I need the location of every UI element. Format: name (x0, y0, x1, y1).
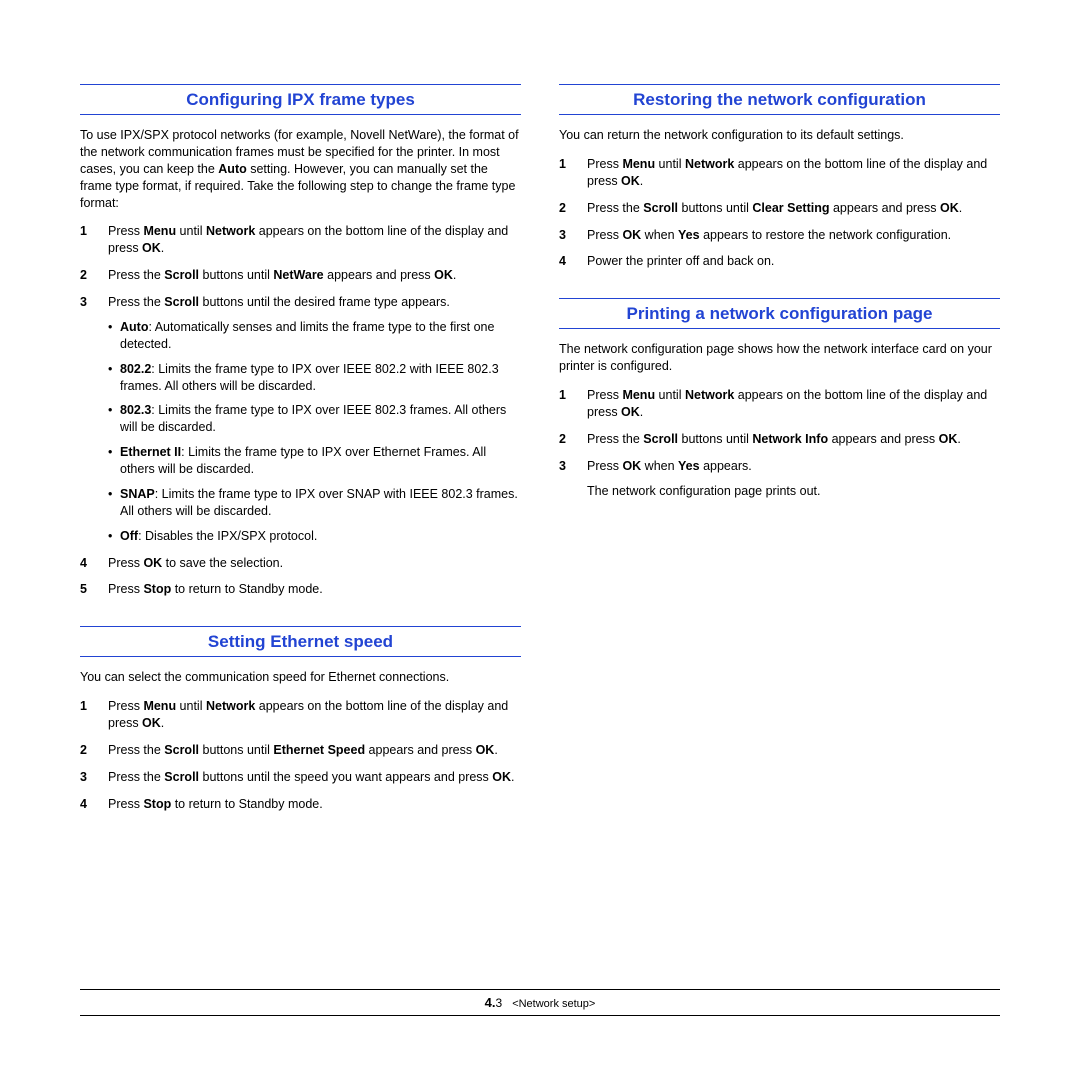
list-item: Ethernet II: Limits the frame type to IP… (108, 444, 521, 478)
steps-ipx: Press Menu until Network appears on the … (80, 223, 521, 598)
list-item: Press Menu until Network appears on the … (559, 387, 1000, 421)
list-item: Power the printer off and back on. (559, 253, 1000, 270)
right-column: Restoring the network configuration You … (559, 80, 1000, 1000)
chapter-name: <Network setup> (512, 998, 595, 1010)
list-item: Press the Scroll buttons until the desir… (80, 294, 521, 545)
list-item: Press OK when Yes appears to restore the… (559, 227, 1000, 244)
list-item: 802.3: Limits the frame type to IPX over… (108, 402, 521, 436)
list-item: Press the Scroll buttons until Clear Set… (559, 200, 1000, 217)
steps-print-config: Press Menu until Network appears on the … (559, 387, 1000, 475)
section-print-config: Printing a network configuration page Th… (559, 298, 1000, 499)
heading-restore: Restoring the network configuration (559, 84, 1000, 115)
list-item: Off: Disables the IPX/SPX protocol. (108, 528, 521, 545)
trailing-note: The network configuration page prints ou… (559, 483, 1000, 500)
page-content: Configuring IPX frame types To use IPX/S… (80, 80, 1000, 1040)
list-item: Press the Scroll buttons until Ethernet … (80, 742, 521, 759)
steps-restore: Press Menu until Network appears on the … (559, 156, 1000, 270)
section-restore: Restoring the network configuration You … (559, 84, 1000, 270)
section-ipx: Configuring IPX frame types To use IPX/S… (80, 84, 521, 598)
list-item: Press OK when Yes appears. (559, 458, 1000, 475)
frame-type-list: Auto: Automatically senses and limits th… (108, 319, 521, 545)
heading-ethernet-speed: Setting Ethernet speed (80, 626, 521, 657)
page-number-prefix: 4. (485, 995, 496, 1010)
list-item: 802.2: Limits the frame type to IPX over… (108, 361, 521, 395)
heading-ipx: Configuring IPX frame types (80, 84, 521, 115)
left-column: Configuring IPX frame types To use IPX/S… (80, 80, 521, 1000)
page-number: 3 (495, 996, 502, 1010)
list-item: Press Stop to return to Standby mode. (80, 796, 521, 813)
list-item: Press Menu until Network appears on the … (80, 698, 521, 732)
heading-print-config: Printing a network configuration page (559, 298, 1000, 329)
list-item: Press Menu until Network appears on the … (559, 156, 1000, 190)
steps-ethernet-speed: Press Menu until Network appears on the … (80, 698, 521, 812)
two-column-layout: Configuring IPX frame types To use IPX/S… (80, 80, 1000, 1000)
list-item: Press the Scroll buttons until the speed… (80, 769, 521, 786)
list-item: Press Menu until Network appears on the … (80, 223, 521, 257)
list-item: Press Stop to return to Standby mode. (80, 581, 521, 598)
intro-print-config: The network configuration page shows how… (559, 341, 1000, 375)
intro-ethernet-speed: You can select the communication speed f… (80, 669, 521, 686)
list-item: SNAP: Limits the frame type to IPX over … (108, 486, 521, 520)
intro-ipx: To use IPX/SPX protocol networks (for ex… (80, 127, 521, 211)
list-item: Auto: Automatically senses and limits th… (108, 319, 521, 353)
page-footer: 4.3 <Network setup> (80, 989, 1000, 1016)
list-item: Press OK to save the selection. (80, 555, 521, 572)
section-ethernet-speed: Setting Ethernet speed You can select th… (80, 626, 521, 812)
intro-restore: You can return the network configuration… (559, 127, 1000, 144)
list-item: Press the Scroll buttons until NetWare a… (80, 267, 521, 284)
list-item: Press the Scroll buttons until Network I… (559, 431, 1000, 448)
